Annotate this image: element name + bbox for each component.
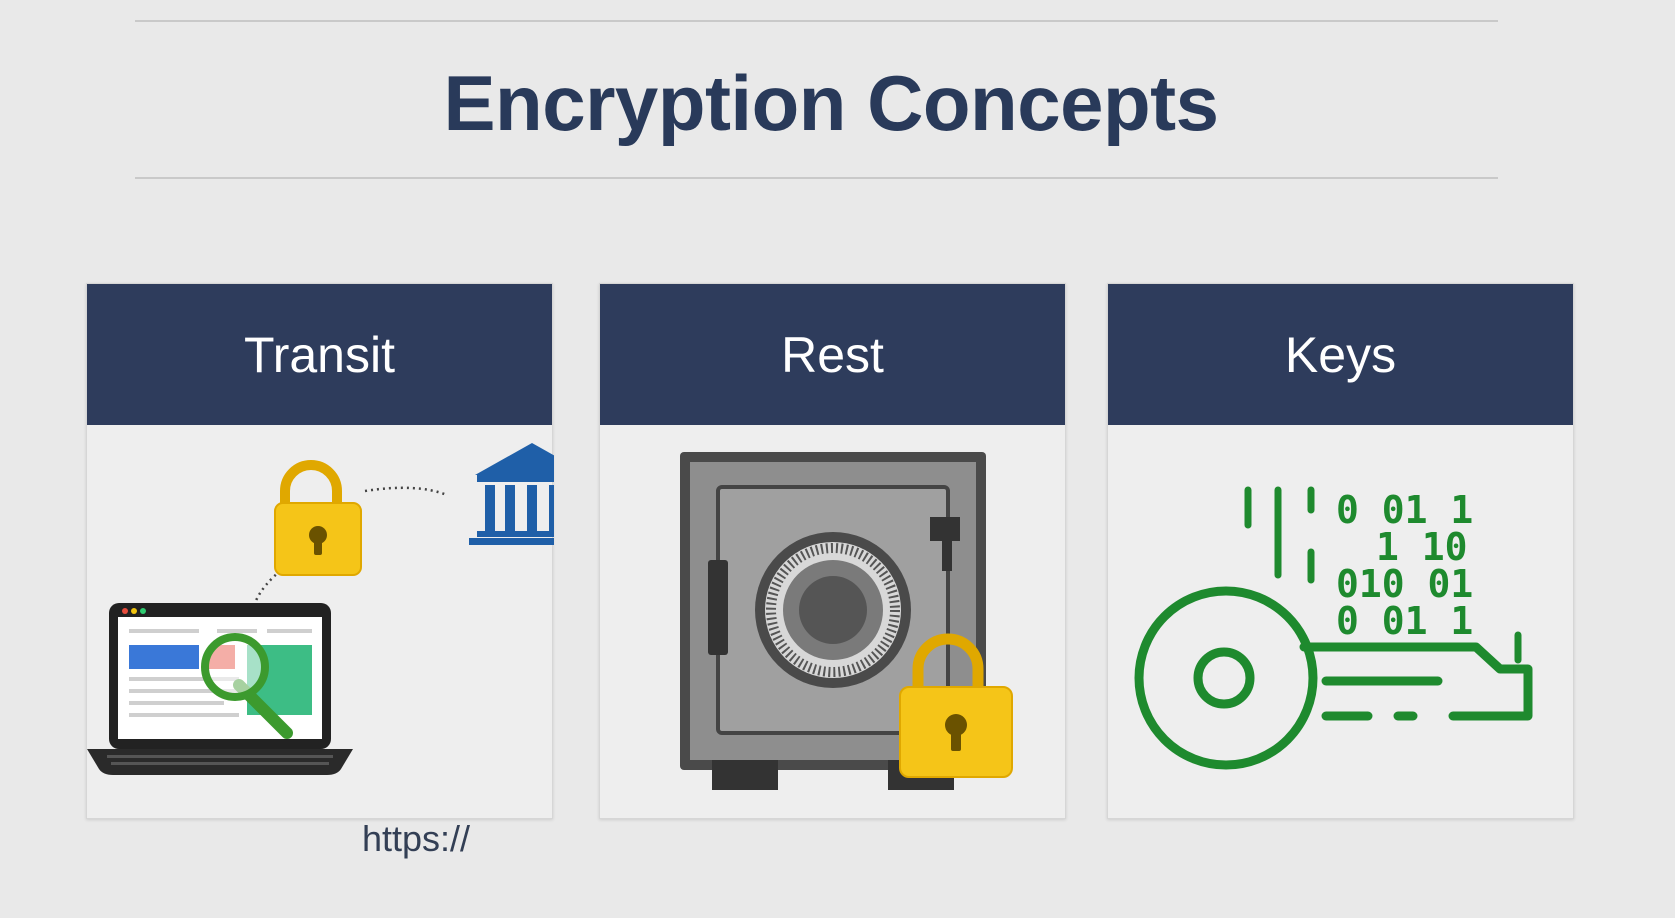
padlock-icon xyxy=(274,460,362,576)
page-title: Encryption Concepts xyxy=(443,59,1219,147)
card-rest: Rest xyxy=(599,283,1066,819)
rest-illustration xyxy=(680,452,1013,790)
bottom-rule xyxy=(135,177,1498,179)
top-rule xyxy=(135,20,1498,22)
bank-icon xyxy=(469,443,554,545)
card-title-transit: Transit xyxy=(244,326,395,383)
card-transit: Transit https:// xyxy=(86,283,554,859)
card-body-rest xyxy=(600,425,1065,820)
binary-row: 0 01 1 xyxy=(1336,599,1473,643)
card-header-keys: Keys xyxy=(1108,284,1573,425)
card-title-keys: Keys xyxy=(1284,326,1397,383)
connection-line xyxy=(364,486,448,497)
keys-illustration: 0 01 1 1 10 010 01 0 01 1 xyxy=(1134,486,1533,770)
https-label: https:// xyxy=(362,818,471,859)
card-body-keys: 0 01 1 1 10 010 01 0 01 1 xyxy=(1108,425,1573,820)
card-body-transit: https:// xyxy=(87,425,554,859)
transit-illustration xyxy=(87,443,554,775)
card-header-rest: Rest xyxy=(600,284,1065,425)
card-title-rest: Rest xyxy=(781,326,884,383)
card-header-transit: Transit xyxy=(87,284,552,425)
card-keys: Keys 0 01 1 1 10 010 01 0 01 1 xyxy=(1107,283,1574,819)
binary-digits: 0 01 1 1 10 010 01 0 01 1 xyxy=(1336,488,1473,643)
